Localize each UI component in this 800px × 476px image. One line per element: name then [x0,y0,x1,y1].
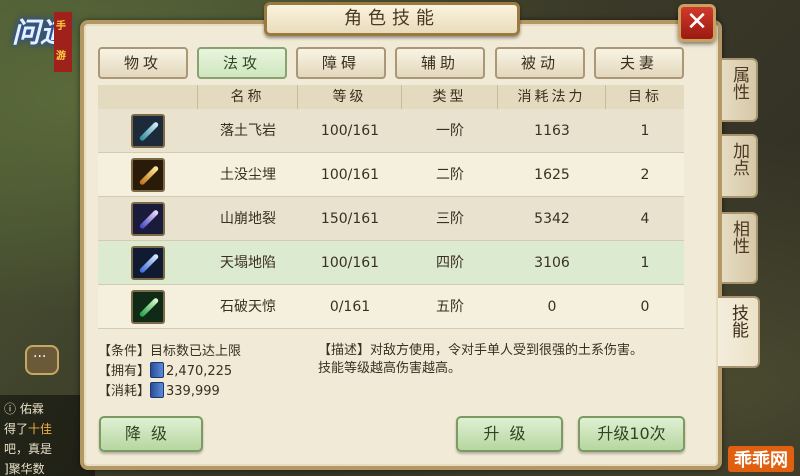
earth-collapse-skill-icon [131,246,165,280]
skill-description: 【描述】对敌方使用，令对手单人受到很强的土系伤害。 技能等级越高伤害越高。 [318,343,644,376]
earth-quake-skill-icon [131,202,165,236]
skill-book-icon [150,382,165,398]
earth-burst-skill-icon [131,158,165,192]
close-button[interactable]: ✕ [678,4,716,42]
game-logo: 问道 手游 [12,12,72,98]
logo-tag: 手游 [54,12,72,72]
panel-title: 角色技能 [264,2,520,36]
earth-spike-skill-icon [131,114,165,148]
earth-shatter-skill-icon [131,290,165,324]
table-row-selected[interactable]: 天塌地陷 100/161 四阶 3106 1 [98,241,684,285]
side-tab-attributes[interactable]: 属性 [722,58,758,122]
chat-bubble-icon[interactable] [25,345,59,375]
header-mana-cost: 消耗法力 [498,85,606,109]
table-row[interactable]: 土没尘埋 100/161 二阶 1625 2 [98,153,684,197]
chat-sender: ⓘ 佑霖 [4,402,44,416]
table-row[interactable]: 山崩地裂 150/161 三阶 5342 4 [98,197,684,241]
chat-line: ]聚华数 [4,462,45,476]
owned-line: 【拥有】 2,470,225 [98,362,233,379]
tab-assist[interactable]: 辅助 [395,47,485,79]
downgrade-button[interactable]: 降级 [99,416,203,452]
header-level: 等级 [298,85,402,109]
chat-line: 吧，真是 [4,442,53,456]
tab-obstruct[interactable]: 障碍 [296,47,386,79]
upgrade-10-times-button[interactable]: 升级10次 [578,416,685,452]
cost-line: 【消耗】 339,999 [98,382,220,399]
side-tab-add-points[interactable]: 加点 [722,134,758,198]
header-type: 类型 [402,85,498,109]
skill-table: 名称 等级 类型 消耗法力 目标 落土飞岩 100/161 一阶 1163 1 … [98,85,684,329]
skill-requirements: 【条件】目标数已达上限 【拥有】 2,470,225 【消耗】 339,999 [98,342,318,402]
header-icon-col [98,85,198,109]
table-header: 名称 等级 类型 消耗法力 目标 [98,85,684,109]
side-tab-affinity[interactable]: 相性 [722,212,758,284]
table-row[interactable]: 落土飞岩 100/161 一阶 1163 1 [98,109,684,153]
skill-book-icon [150,362,165,378]
header-name: 名称 [198,85,298,109]
side-tab-skills[interactable]: 技能 [718,296,760,368]
skill-category-tabs: 物攻 法攻 障碍 辅助 被动 夫妻 [98,47,686,79]
tab-passive[interactable]: 被动 [495,47,585,79]
header-target: 目标 [628,89,662,105]
tab-couple[interactable]: 夫妻 [594,47,684,79]
condition-line: 【条件】目标数已达上限 [98,344,242,359]
upgrade-button[interactable]: 升级 [456,416,563,452]
chat-line: 得了十佳 [4,422,53,436]
table-row[interactable]: 石破天惊 0/161 五阶 0 0 [98,285,684,329]
tab-physical-attack[interactable]: 物攻 [98,47,188,79]
site-watermark: 乖乖网 [728,446,794,472]
tab-magic-attack[interactable]: 法攻 [197,47,287,79]
